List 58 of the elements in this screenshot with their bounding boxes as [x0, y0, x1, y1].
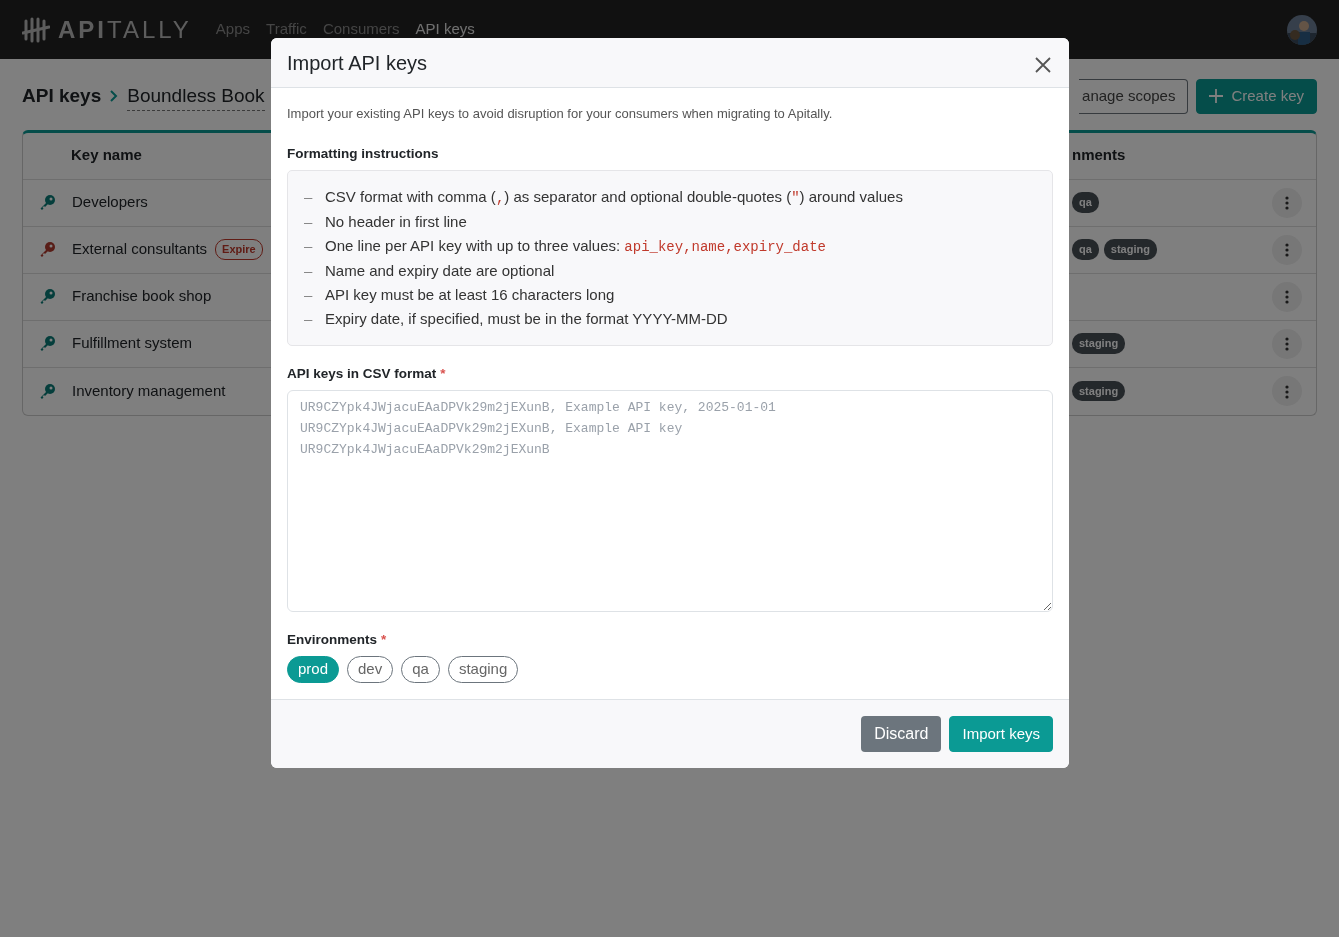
required-mark: *	[440, 364, 446, 383]
column-header: nments	[1072, 146, 1126, 164]
environment-tag: qa	[1072, 239, 1099, 260]
instruction-text: One line per API key with up to three values: api_key,name,expiry_date	[325, 235, 826, 257]
instruction-text: No header in first line	[325, 211, 467, 232]
intro-text: Import your existing API keys to avoid disruption for your consumers when migrating to Apitally.	[287, 105, 834, 123]
nav-link[interactable]: API keys	[415, 18, 475, 41]
plus-icon	[1209, 89, 1224, 104]
more-button[interactable]	[1272, 376, 1302, 406]
instruction-text: Expiry date, if specified, must be in the format YYYY-MM-DD	[325, 308, 728, 329]
modal-title: Import API keys	[287, 50, 428, 75]
list-dash: –	[304, 308, 314, 329]
logo-icon	[22, 16, 50, 43]
field-label: API keys in CSV format	[287, 364, 437, 383]
list-dash: –	[304, 260, 314, 281]
key-name[interactable]: Fulfillment system	[72, 332, 193, 355]
instruction-text: Name and expiry date are optional	[325, 260, 555, 281]
instruction-text: API key must be at least 16 characters long	[325, 284, 615, 305]
breadcrumb-link[interactable]: API keys	[22, 82, 102, 111]
required-mark: *	[381, 631, 387, 649]
key-name[interactable]: Developers	[72, 191, 148, 214]
csv-input[interactable]: UR9CZYpk4JWjacuEAaDPVk29m2jEXunB, Example API key, 2025-01-01 UR9CZYpk4JWjacuEAaDPVk29m2jEXunB, Example API key UR9CZYpk4JWjacuEAaDPVk29m2jEXunB	[287, 390, 1053, 612]
more-button[interactable]	[1272, 281, 1302, 312]
more-button[interactable]	[1272, 328, 1302, 359]
environment-toggle[interactable]: staging	[447, 656, 519, 683]
key-name[interactable]: Franchise book shop	[72, 285, 212, 308]
list-dash: –	[304, 235, 314, 256]
expired-badge: Expire	[215, 239, 263, 260]
key-name[interactable]: Inventory management	[72, 379, 226, 403]
environment-tag: staging	[1103, 239, 1157, 260]
more-button[interactable]	[1272, 187, 1302, 218]
more-button[interactable]	[1272, 234, 1302, 265]
list-dash: –	[304, 211, 314, 232]
environment-tag: qa	[1072, 192, 1099, 213]
more-icon	[1285, 337, 1289, 352]
breadcrumb-current[interactable]: Boundless Book	[127, 81, 265, 111]
discard-button[interactable]: Discard	[861, 715, 942, 752]
chevron-icon	[109, 89, 120, 104]
environment-toggle[interactable]: dev	[347, 656, 394, 683]
list-dash: –	[304, 284, 314, 305]
list-dash: –	[304, 186, 314, 207]
import-button[interactable]: Import keys	[949, 715, 1053, 752]
logo[interactable]: APITALLY	[58, 11, 192, 48]
more-icon	[1285, 384, 1289, 399]
environment-toggle[interactable]: prod	[287, 656, 340, 683]
section-label: Formatting instructions	[287, 144, 440, 163]
field-label: Environments	[287, 631, 378, 649]
key-name[interactable]: External consultants	[72, 238, 208, 261]
column-header: Key name	[71, 145, 142, 166]
environment-toggle[interactable]: qa	[401, 656, 440, 683]
instruction-text: CSV format with comma (,) as separator and optional double-quotes (") around values	[325, 186, 903, 208]
more-icon	[1285, 243, 1289, 258]
environment-tag: staging	[1072, 380, 1126, 402]
manage-scopes-button[interactable]: anage scopes	[1079, 79, 1189, 114]
more-icon	[1285, 290, 1289, 305]
create-key-button[interactable]: Create key	[1196, 79, 1317, 114]
more-icon	[1285, 196, 1289, 211]
environment-tag: staging	[1072, 333, 1126, 354]
